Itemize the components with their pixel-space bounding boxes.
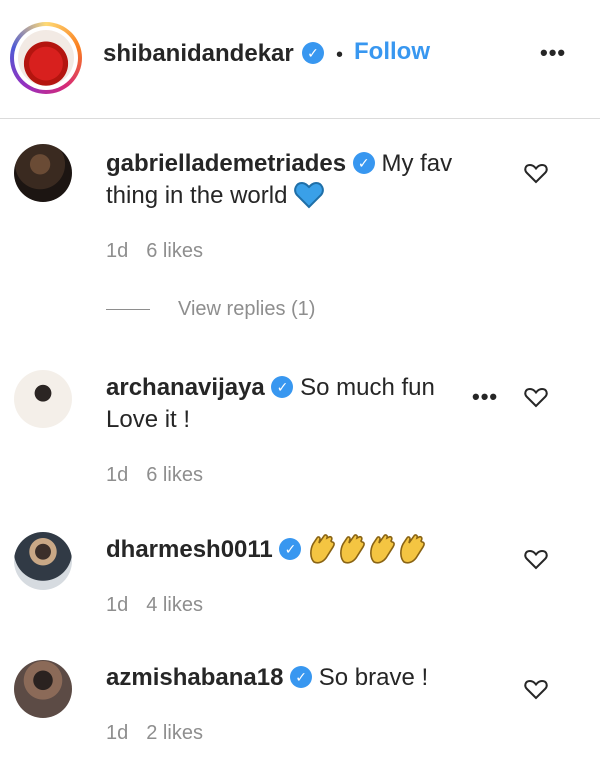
story-ring[interactable] bbox=[10, 22, 82, 94]
avatar[interactable] bbox=[14, 144, 72, 202]
like-heart-icon[interactable] bbox=[523, 676, 549, 702]
comment-likes[interactable]: 6 likes bbox=[146, 240, 203, 262]
comment-body: So brave ! bbox=[318, 664, 429, 691]
comment-likes[interactable]: 6 likes bbox=[146, 464, 203, 486]
comment-timestamp: 1d bbox=[106, 464, 129, 486]
story-ring-inner bbox=[14, 26, 78, 90]
clapping-hands-icon bbox=[308, 533, 428, 564]
header-divider bbox=[0, 118, 600, 119]
view-replies-button[interactable]: View replies (1) bbox=[106, 298, 315, 321]
verified-badge-icon: ✓ bbox=[271, 375, 294, 398]
verified-badge-icon: ✓ bbox=[302, 42, 324, 64]
avatar[interactable] bbox=[18, 30, 74, 86]
comment-username[interactable]: gabriellademetriades bbox=[106, 150, 346, 177]
like-heart-icon[interactable] bbox=[523, 384, 549, 410]
avatar[interactable] bbox=[14, 370, 72, 428]
more-options-button[interactable]: ••• bbox=[540, 40, 566, 66]
verified-badge-icon: ✓ bbox=[290, 665, 313, 688]
verified-badge-icon: ✓ bbox=[352, 151, 375, 174]
comment-body-continued: Love it ! bbox=[106, 406, 191, 433]
comment-username[interactable]: dharmesh0011 bbox=[106, 536, 273, 563]
blue-heart-icon bbox=[294, 181, 324, 209]
comment-text: azmishabana18 ✓ So brave ! bbox=[106, 662, 428, 694]
avatar[interactable] bbox=[14, 660, 72, 718]
comment-text: gabriellademetriades ✓ My fav thing in t… bbox=[106, 148, 506, 212]
verified-badge-icon: ✓ bbox=[279, 537, 302, 560]
comment-meta: 1d 2 likes bbox=[106, 722, 221, 745]
comment-timestamp: 1d bbox=[106, 240, 129, 262]
follow-button[interactable]: Follow bbox=[354, 38, 430, 66]
like-heart-icon[interactable] bbox=[523, 160, 549, 186]
comment-meta: 1d 4 likes bbox=[106, 594, 221, 617]
comment-text: dharmesh0011 ✓ bbox=[106, 533, 428, 566]
post-header: shibanidandekar ✓ • Follow ••• bbox=[0, 0, 600, 118]
view-replies-label: View replies (1) bbox=[178, 298, 316, 320]
comment-username[interactable]: azmishabana18 bbox=[106, 664, 283, 691]
comment-meta: 1d 6 likes bbox=[106, 464, 221, 487]
comment-likes[interactable]: 2 likes bbox=[146, 722, 203, 744]
comment-text: archanavijaya ✓ So much fun Love it ! bbox=[106, 372, 466, 436]
like-heart-icon[interactable] bbox=[523, 546, 549, 572]
comment-body-continued: thing in the world bbox=[106, 182, 288, 209]
separator-dot: • bbox=[336, 44, 344, 66]
avatar[interactable] bbox=[14, 532, 72, 590]
comment-likes[interactable]: 4 likes bbox=[146, 594, 203, 616]
comment-body: My fav bbox=[381, 150, 453, 177]
comment-body: So much fun bbox=[300, 374, 435, 401]
comment-username[interactable]: archanavijaya bbox=[106, 374, 265, 401]
comment-timestamp: 1d bbox=[106, 594, 129, 616]
comment-more-options-button[interactable]: ••• bbox=[472, 384, 498, 410]
header-username[interactable]: shibanidandekar bbox=[103, 40, 294, 68]
replies-line bbox=[106, 309, 150, 311]
comment-timestamp: 1d bbox=[106, 722, 129, 744]
comment-meta: 1d 6 likes bbox=[106, 240, 221, 263]
